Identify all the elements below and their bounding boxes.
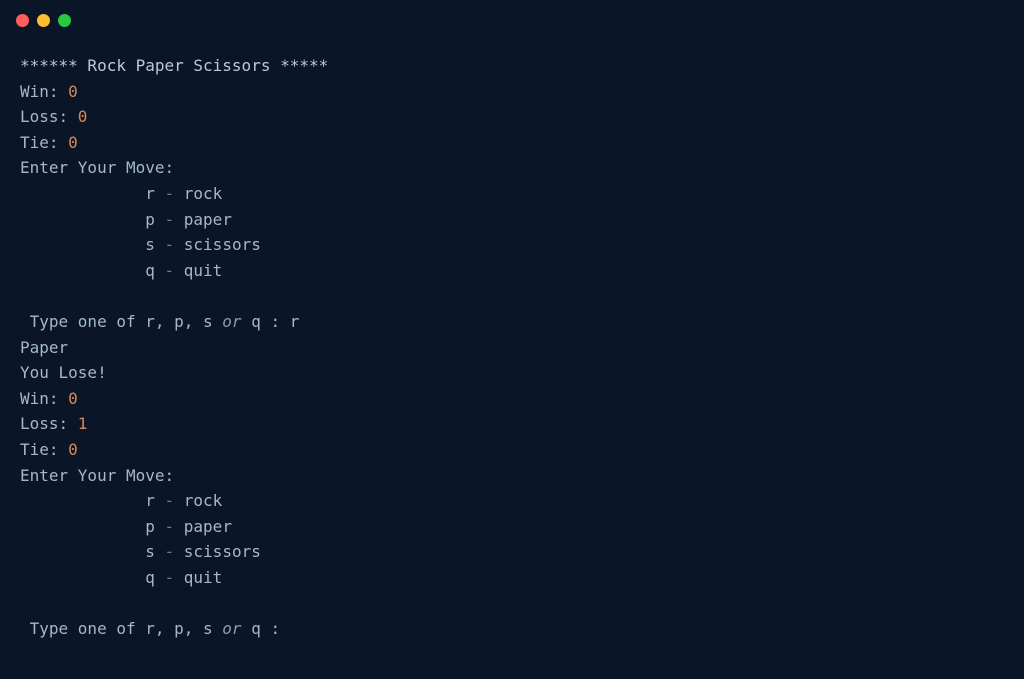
terminal-output: ****** Rock Paper Scissors ***** Win: 0 … bbox=[0, 35, 1024, 662]
enter-move-prompt: Enter Your Move: bbox=[20, 155, 1004, 181]
option-scissors: s - scissors bbox=[20, 232, 1004, 258]
window-titlebar bbox=[0, 0, 1024, 35]
score-loss: Loss: 0 bbox=[20, 104, 1004, 130]
score-loss: Loss: 1 bbox=[20, 411, 1004, 437]
computer-move: Paper bbox=[20, 335, 1004, 361]
result-text: You Lose! bbox=[20, 360, 1004, 386]
option-rock: r - rock bbox=[20, 181, 1004, 207]
input-prompt[interactable]: Type one of r, p, s or q : r bbox=[20, 309, 1004, 335]
option-paper: p - paper bbox=[20, 514, 1004, 540]
score-win: Win: 0 bbox=[20, 386, 1004, 412]
enter-move-prompt: Enter Your Move: bbox=[20, 463, 1004, 489]
score-tie: Tie: 0 bbox=[20, 130, 1004, 156]
input-prompt[interactable]: Type one of r, p, s or q : bbox=[20, 616, 1004, 642]
game-title: ****** Rock Paper Scissors ***** bbox=[20, 53, 1004, 79]
blank-line bbox=[20, 590, 1004, 616]
minimize-icon[interactable] bbox=[37, 14, 50, 27]
option-paper: p - paper bbox=[20, 207, 1004, 233]
option-quit: q - quit bbox=[20, 565, 1004, 591]
option-scissors: s - scissors bbox=[20, 539, 1004, 565]
blank-line bbox=[20, 283, 1004, 309]
score-tie: Tie: 0 bbox=[20, 437, 1004, 463]
maximize-icon[interactable] bbox=[58, 14, 71, 27]
option-rock: r - rock bbox=[20, 488, 1004, 514]
close-icon[interactable] bbox=[16, 14, 29, 27]
score-win: Win: 0 bbox=[20, 79, 1004, 105]
option-quit: q - quit bbox=[20, 258, 1004, 284]
